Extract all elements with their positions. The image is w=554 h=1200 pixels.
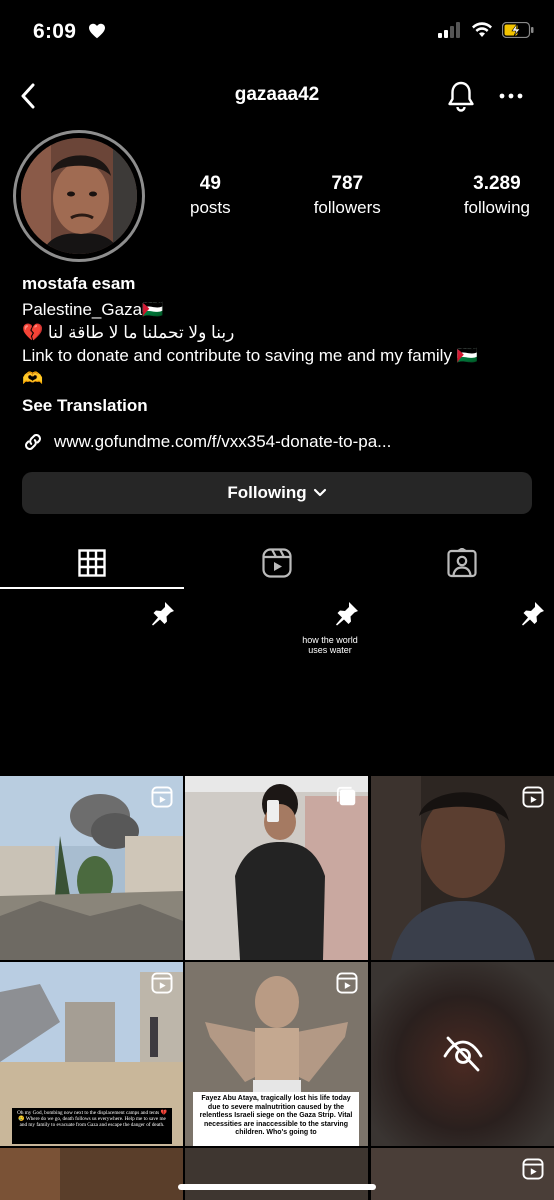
reel-badge-icon (151, 786, 173, 808)
active-tab-indicator (0, 587, 184, 589)
profile-stats: 49 posts 787 followers 3.289 following (190, 173, 530, 218)
following-count[interactable]: 3.289 following (464, 173, 530, 218)
post-thumbnail[interactable]: Fayez Abu Ataya, tragically lost his lif… (185, 962, 368, 1146)
bio-link[interactable]: www.gofundme.com/f/vxx354-donate-to-pa..… (22, 431, 391, 453)
tab-posts-grid[interactable] (0, 535, 184, 590)
home-indicator[interactable] (178, 1184, 376, 1190)
post-caption-overlay: Fayez Abu Ataya, tragically lost his lif… (193, 1092, 359, 1146)
reels-icon (262, 547, 292, 578)
following-button-label: Following (227, 483, 307, 502)
more-dots-icon (499, 93, 523, 99)
stat-label: posts (190, 198, 231, 217)
tagged-person-icon (447, 547, 477, 577)
reel-badge-icon (522, 786, 544, 808)
status-time: 6:09 (33, 20, 77, 43)
profile-display-name: mostafa esam (22, 274, 136, 293)
stat-label: following (463, 198, 530, 217)
notifications-button[interactable] (443, 78, 479, 114)
post-thumbnail[interactable] (371, 1148, 554, 1200)
bio-line: Link to donate and contribute to saving … (22, 346, 478, 365)
stat-value: 49 (199, 173, 221, 194)
link-icon (25, 434, 41, 450)
pinned-post-caption: how the world uses water (302, 635, 358, 655)
cellular-signal-icon (438, 22, 462, 43)
battery-charging-icon (501, 21, 534, 43)
status-bar: 6:09 (0, 0, 554, 70)
bell-icon (448, 81, 474, 112)
post-caption-overlay: Oh my God, bombing now next to the displ… (12, 1108, 172, 1144)
bio-line: 💔 ربنا ولا تحملنا ما لا طاقة لنا (22, 323, 235, 342)
link-text: www.gofundme.com/f/vxx354-donate-to-pa..… (54, 432, 392, 451)
reel-badge-icon (522, 1158, 544, 1180)
following-button[interactable]: Following (22, 472, 532, 514)
profile-tabs (0, 535, 554, 590)
pin-icon (150, 600, 176, 631)
profile-bio: mostafa esam Palestine_Gaza🇵🇸 💔 ربنا ولا… (22, 272, 537, 417)
more-options-button[interactable] (495, 80, 527, 112)
multi-image-icon (336, 786, 356, 806)
eye-slash-icon (443, 1036, 483, 1072)
tab-reels[interactable] (185, 535, 369, 590)
post-thumbnail[interactable] (371, 776, 554, 960)
posts-count[interactable]: 49 posts (190, 173, 231, 218)
stat-value: 787 (331, 173, 364, 194)
post-thumbnail[interactable] (185, 776, 368, 960)
profile-header: gazaaa42 (0, 70, 554, 122)
bio-line: Palestine_Gaza🇵🇸 (22, 300, 164, 319)
heart-icon (88, 23, 106, 44)
post-thumbnail[interactable] (185, 1148, 368, 1200)
post-thumbnail[interactable] (0, 1148, 183, 1200)
pin-icon (520, 600, 546, 631)
post-thumbnail[interactable]: Oh my God, bombing now next to the displ… (0, 962, 183, 1146)
followers-count[interactable]: 787 followers (314, 173, 381, 218)
grid-icon (78, 548, 106, 577)
see-translation-link[interactable]: See Translation (22, 394, 537, 417)
profile-avatar-ring[interactable] (13, 130, 145, 262)
stat-label: followers (313, 198, 381, 217)
status-indicators (438, 21, 534, 43)
wifi-icon (471, 22, 493, 43)
bio-line: 🫶 (22, 369, 44, 388)
reel-badge-icon (151, 972, 173, 994)
tab-tagged[interactable] (370, 535, 554, 590)
avatar (21, 138, 137, 254)
chevron-down-icon (313, 488, 326, 497)
pin-icon (334, 600, 360, 631)
post-thumbnail[interactable] (0, 776, 183, 960)
reel-badge-icon (336, 972, 358, 994)
post-thumbnail-hidden[interactable] (371, 962, 554, 1146)
stat-value: 3.289 (473, 173, 521, 194)
